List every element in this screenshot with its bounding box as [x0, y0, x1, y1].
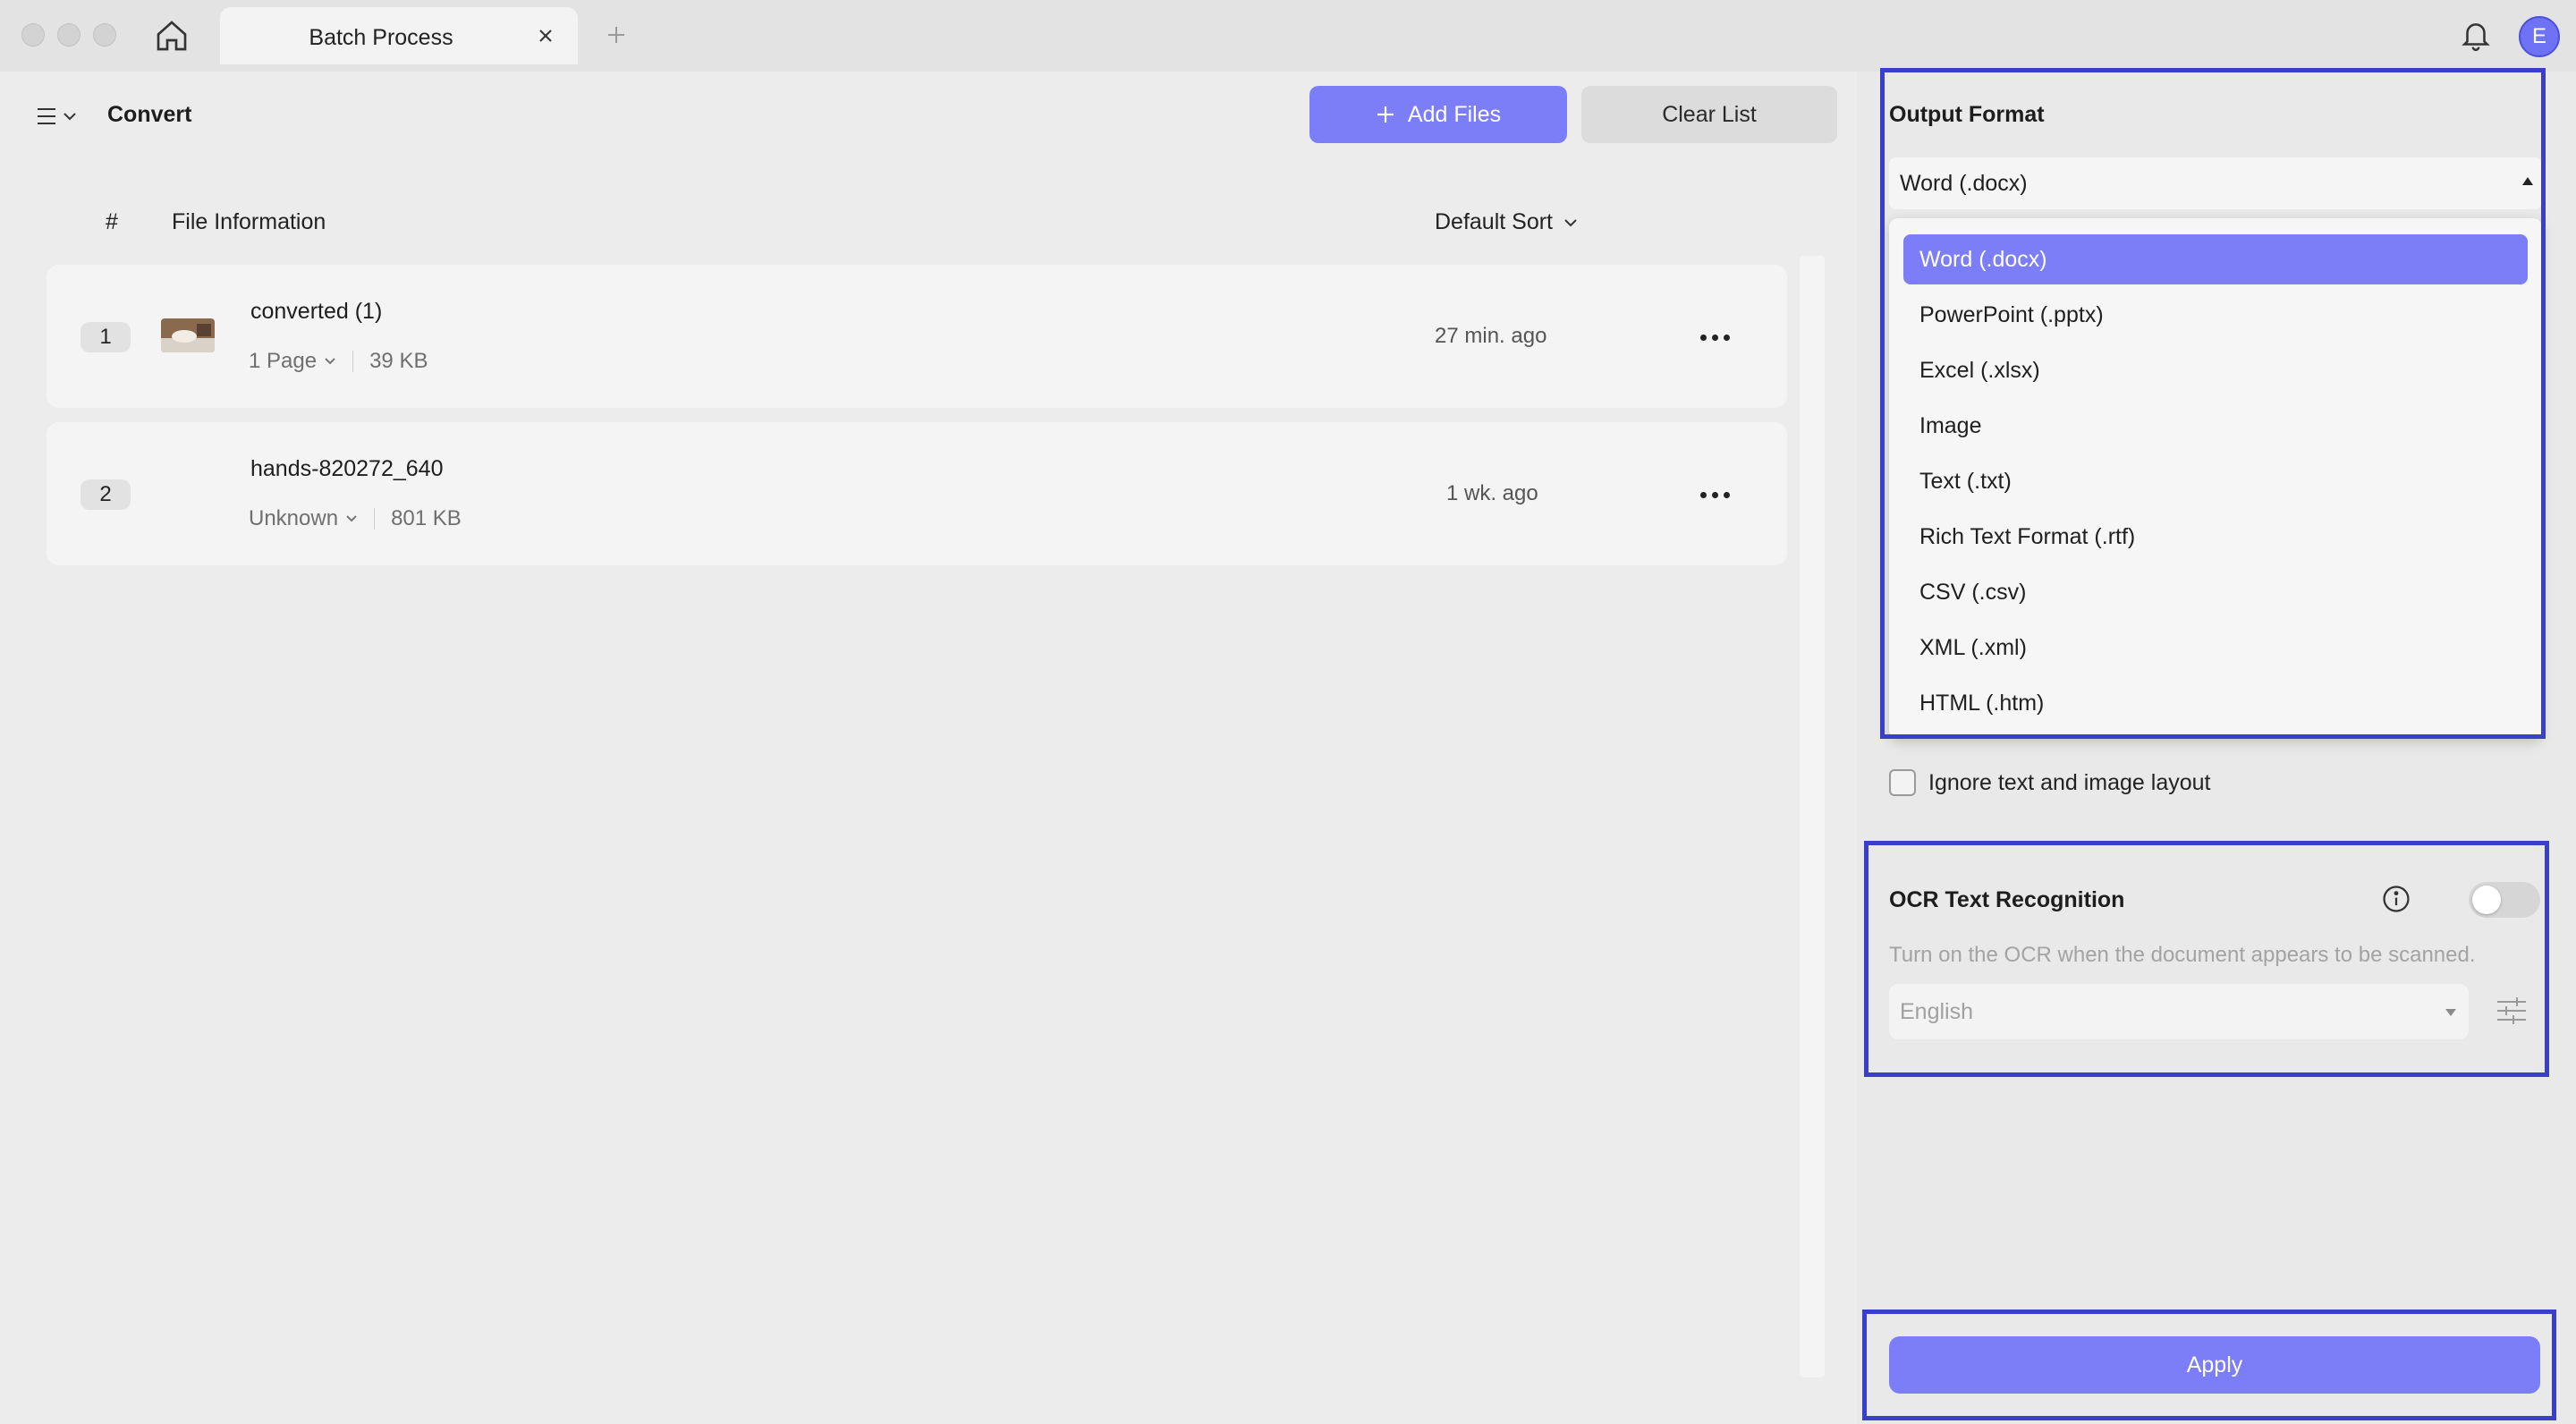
sort-label: Default Sort [1435, 209, 1554, 234]
home-icon [157, 21, 187, 51]
file-size: 39 KB [369, 349, 428, 373]
ignore-layout-checkbox[interactable] [1889, 769, 1916, 796]
file-meta: 1 Page 39 KB [249, 349, 428, 374]
file-name: converted (1) [250, 299, 383, 324]
tab-title: Batch Process [309, 25, 453, 50]
format-option-powerpoint[interactable]: PowerPoint (.pptx) [1903, 290, 2528, 340]
title-bar: Batch Process E [0, 0, 2576, 72]
apply-button[interactable]: Apply [1889, 1336, 2540, 1394]
scrollbar[interactable] [1800, 256, 1825, 1377]
file-meta: Unknown 801 KB [249, 506, 462, 531]
ocr-settings-button[interactable] [2494, 993, 2529, 1029]
divider [374, 508, 376, 530]
ocr-info-button[interactable] [2381, 884, 2411, 914]
format-option-excel[interactable]: Excel (.xlsx) [1903, 345, 2528, 395]
output-format-select[interactable]: Word (.docx) [1889, 157, 2542, 209]
menu-button[interactable] [36, 98, 86, 134]
clear-list-button[interactable]: Clear List [1581, 86, 1837, 143]
home-button[interactable] [152, 16, 191, 55]
window-minimize-button[interactable] [57, 23, 80, 47]
caret-down-icon [2445, 1009, 2456, 1016]
table-row[interactable]: 2 hands-820272_640 Unknown 801 KB 1 wk. … [47, 422, 1787, 565]
ocr-description: Turn on the OCR when the document appear… [1889, 943, 2476, 967]
avatar[interactable]: E [2519, 16, 2560, 57]
format-option-rtf[interactable]: Rich Text Format (.rtf) [1903, 512, 2528, 562]
column-header-file-info: File Information [172, 209, 326, 234]
close-icon [539, 30, 552, 42]
page-count-dropdown[interactable]: Unknown [249, 506, 358, 531]
format-option-xml[interactable]: XML (.xml) [1903, 623, 2528, 673]
add-files-button[interactable]: Add Files [1309, 86, 1567, 143]
caret-up-icon [2522, 177, 2533, 185]
sort-dropdown[interactable]: Default Sort [1435, 209, 1578, 235]
file-size: 801 KB [391, 506, 462, 530]
output-format-value: Word (.docx) [1900, 170, 2028, 196]
chevron-down-icon [325, 358, 335, 365]
page-count: Unknown [249, 506, 339, 530]
info-icon [2383, 886, 2410, 912]
output-format-dropdown: Word (.docx) PowerPoint (.pptx) Excel (.… [1889, 218, 2542, 739]
ignore-layout-label: Ignore text and image layout [1928, 769, 2211, 795]
hamburger-icon [38, 108, 55, 124]
chevron-down-icon [64, 113, 76, 121]
page-count-dropdown[interactable]: 1 Page [249, 349, 336, 374]
output-format-title: Output Format [1889, 102, 2045, 127]
file-time: 1 wk. ago [1446, 481, 1538, 505]
row-index: 2 [80, 479, 131, 510]
sliders-icon [2497, 997, 2526, 1024]
plus-icon [1377, 106, 1394, 123]
tab-close-button[interactable] [533, 23, 558, 48]
bell-icon [2462, 23, 2490, 52]
chevron-down-icon [346, 515, 357, 522]
file-list-panel: Convert Add Files Clear List # File Info… [0, 72, 1852, 1424]
ocr-title: OCR Text Recognition [1889, 887, 2125, 912]
more-options-button[interactable] [1694, 481, 1735, 508]
format-option-html[interactable]: HTML (.htm) [1903, 678, 2528, 728]
plus-icon [608, 27, 624, 43]
page-count: 1 Page [249, 349, 318, 373]
divider [352, 351, 354, 372]
toggle-knob [2472, 886, 2501, 914]
tab-batch-process[interactable]: Batch Process [220, 7, 578, 64]
row-index: 1 [80, 322, 131, 352]
ignore-layout-option[interactable]: Ignore text and image layout [1889, 769, 2210, 796]
more-icon [1699, 334, 1707, 341]
notifications-button[interactable] [2456, 16, 2496, 55]
add-files-label: Add Files [1407, 101, 1502, 127]
ocr-language-select[interactable]: English [1889, 984, 2469, 1039]
more-options-button[interactable] [1694, 324, 1735, 351]
file-name: hands-820272_640 [250, 456, 444, 481]
file-thumbnail [161, 318, 215, 352]
ocr-toggle[interactable] [2469, 882, 2540, 918]
format-option-image[interactable]: Image [1903, 401, 2528, 451]
column-header-index: # [106, 209, 118, 234]
format-option-text[interactable]: Text (.txt) [1903, 456, 2528, 506]
page-title: Convert [107, 102, 192, 127]
file-time: 27 min. ago [1435, 324, 1547, 348]
ocr-language-value: English [1900, 998, 1973, 1024]
chevron-down-icon [1564, 218, 1577, 226]
new-tab-button[interactable] [601, 20, 631, 50]
format-option-csv[interactable]: CSV (.csv) [1903, 567, 2528, 617]
window-close-button[interactable] [21, 23, 45, 47]
format-option-word[interactable]: Word (.docx) [1903, 234, 2528, 284]
window-zoom-button[interactable] [93, 23, 116, 47]
table-row[interactable]: 1 converted (1) 1 Page 39 KB 27 min. ago [47, 265, 1787, 408]
more-icon [1699, 491, 1707, 498]
